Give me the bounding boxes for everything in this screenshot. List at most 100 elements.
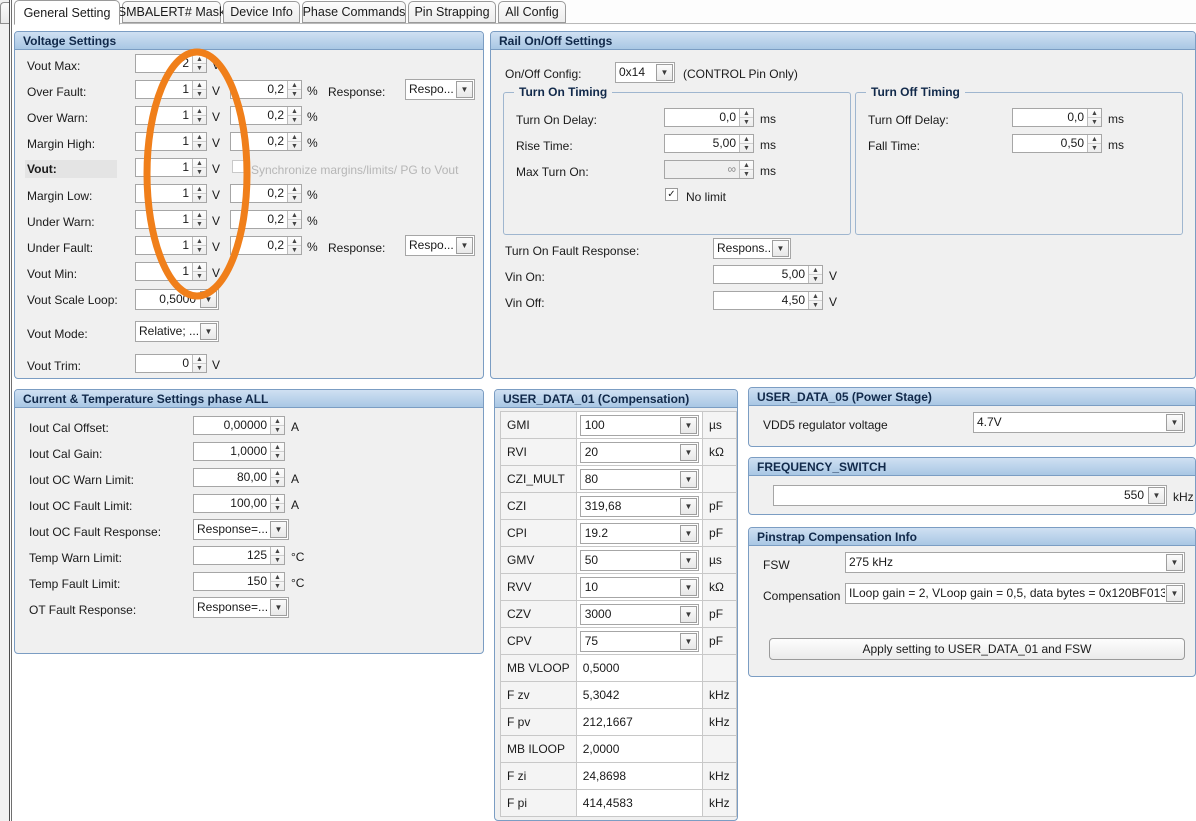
spinner-arrows[interactable]: ▲ ▼ (270, 547, 284, 564)
select-czi[interactable]: 319,68 ▼ (579, 495, 700, 517)
row-value-select[interactable]: 19.2 ▼ (575, 519, 704, 547)
spinner-down-icon[interactable]: ▼ (288, 116, 301, 124)
input-under-warn-pct[interactable]: 0,2 ▲ ▼ (230, 210, 302, 229)
checkbox-no-limit[interactable]: ✓ (665, 188, 678, 201)
input-under-fault-v[interactable]: 1 ▲ ▼ (135, 236, 207, 255)
spinner-down-icon[interactable]: ▼ (193, 116, 206, 124)
select-rvi[interactable]: 20 ▼ (579, 441, 700, 463)
spinner-down-icon[interactable]: ▼ (288, 246, 301, 254)
input-turn-on-delay[interactable]: 0,0 ▲ ▼ (664, 108, 754, 127)
chevron-down-icon[interactable]: ▼ (1166, 414, 1183, 431)
spinner-up-icon[interactable]: ▲ (288, 237, 301, 246)
row-value-select[interactable]: 75 ▼ (575, 627, 704, 655)
spinner-arrows[interactable]: ▲ ▼ (287, 81, 301, 98)
row-value-select[interactable]: 319,68 ▼ (575, 492, 704, 520)
spinner-down-icon[interactable]: ▼ (271, 426, 284, 434)
chevron-down-icon[interactable]: ▼ (656, 64, 673, 81)
chevron-down-icon[interactable]: ▼ (772, 240, 789, 257)
spinner-down-icon[interactable]: ▼ (809, 301, 822, 309)
spinner-arrows[interactable]: ▲ ▼ (270, 417, 284, 434)
chevron-down-icon[interactable]: ▼ (270, 521, 287, 538)
select-czi-mult[interactable]: 80 ▼ (579, 468, 700, 490)
input-over-fault-pct[interactable]: 0,2 ▲ ▼ (230, 80, 302, 99)
input-margin-high-v[interactable]: 1 ▲ ▼ (135, 132, 207, 151)
spinner-arrows[interactable]: ▲ ▼ (192, 263, 206, 280)
chevron-down-icon[interactable]: ▼ (456, 81, 473, 98)
row-value-select[interactable]: 100 ▼ (575, 411, 704, 439)
input-under-fault-pct[interactable]: 0,2 ▲ ▼ (230, 236, 302, 255)
spinner-down-icon[interactable]: ▼ (271, 452, 284, 460)
spinner-up-icon[interactable]: ▲ (271, 443, 284, 452)
chevron-down-icon[interactable]: ▼ (200, 291, 217, 308)
spinner-up-icon[interactable]: ▲ (1088, 135, 1101, 144)
chevron-down-icon[interactable]: ▼ (1166, 585, 1183, 602)
spinner-up-icon[interactable]: ▲ (193, 355, 206, 364)
select-turn-on-fault-response[interactable]: Respons... ▼ (713, 238, 791, 259)
input-iout-oc-fault-limit[interactable]: 100,00 ▲ ▼ (193, 494, 285, 513)
chevron-down-icon[interactable]: ▼ (680, 470, 698, 488)
chevron-down-icon[interactable]: ▼ (270, 599, 287, 616)
spinner-up-icon[interactable]: ▲ (271, 495, 284, 504)
spinner-up-icon[interactable]: ▲ (809, 292, 822, 301)
select-cpv[interactable]: 75 ▼ (579, 630, 700, 652)
input-iout-oc-warn-limit[interactable]: 80,00 ▲ ▼ (193, 468, 285, 487)
spinner-down-icon[interactable]: ▼ (193, 272, 206, 280)
tab-phase-commands[interactable]: Phase Commands (302, 1, 406, 23)
spinner-arrows[interactable]: ▲ ▼ (192, 355, 206, 372)
tab-partial-hidden[interactable] (0, 2, 9, 24)
spinner-arrows[interactable]: ▲ ▼ (270, 469, 284, 486)
spinner-arrows[interactable]: ▲ ▼ (192, 159, 206, 176)
select-onoff-config[interactable]: 0x14 ▼ (615, 62, 675, 83)
select-vdd5-regulator-voltage[interactable]: 4.7V ▼ (973, 412, 1185, 433)
spinner-down-icon[interactable]: ▼ (193, 194, 206, 202)
spinner-arrows[interactable]: ▲ ▼ (287, 107, 301, 124)
chevron-down-icon[interactable]: ▼ (200, 323, 217, 340)
select-compensation[interactable]: ILoop gain = 2, VLoop gain = 0,5, data b… (845, 583, 1185, 604)
chevron-down-icon[interactable]: ▼ (680, 632, 698, 650)
checkbox-sync-margins[interactable] (232, 160, 245, 173)
spinner-up-icon[interactable]: ▲ (193, 211, 206, 220)
tab-smbalert-mask[interactable]: SMBALERT# Mask (118, 1, 225, 23)
input-iout-cal-offset[interactable]: 0,00000 ▲ ▼ (193, 416, 285, 435)
input-vout-max[interactable]: 2 ▲ ▼ (135, 54, 207, 73)
input-vout-min[interactable]: 1 ▲ ▼ (135, 262, 207, 281)
input-temp-warn-limit[interactable]: 125 ▲ ▼ (193, 546, 285, 565)
row-value-select[interactable]: 10 ▼ (575, 573, 704, 601)
input-max-turn-on[interactable]: ∞ ▲ ▼ (664, 160, 754, 179)
spinner-up-icon[interactable]: ▲ (271, 547, 284, 556)
spinner-arrows[interactable]: ▲ ▼ (287, 133, 301, 150)
input-turn-off-delay[interactable]: 0,0 ▲ ▼ (1012, 108, 1102, 127)
spinner-arrows[interactable]: ▲ ▼ (287, 237, 301, 254)
chevron-down-icon[interactable]: ▼ (680, 578, 698, 596)
spinner-down-icon[interactable]: ▼ (740, 144, 753, 152)
input-over-fault-v[interactable]: 1 ▲ ▼ (135, 80, 207, 99)
input-margin-low-pct[interactable]: 0,2 ▲ ▼ (230, 184, 302, 203)
spinner-arrows[interactable]: ▲ ▼ (192, 107, 206, 124)
spinner-up-icon[interactable]: ▲ (740, 135, 753, 144)
input-vin-off[interactable]: 4,50 ▲ ▼ (713, 291, 823, 310)
apply-setting-button[interactable]: Apply setting to USER_DATA_01 and FSW (769, 638, 1185, 660)
select-cpi[interactable]: 19.2 ▼ (579, 522, 700, 544)
select-rvv[interactable]: 10 ▼ (579, 576, 700, 598)
tab-all-config[interactable]: All Config (498, 1, 566, 23)
spinner-arrows[interactable]: ▲ ▼ (808, 266, 822, 283)
spinner-arrows[interactable]: ▲ ▼ (1087, 109, 1101, 126)
spinner-down-icon[interactable]: ▼ (288, 194, 301, 202)
spinner-up-icon[interactable]: ▲ (271, 573, 284, 582)
spinner-down-icon[interactable]: ▼ (271, 556, 284, 564)
chevron-down-icon[interactable]: ▼ (1148, 487, 1165, 504)
spinner-down-icon[interactable]: ▼ (271, 504, 284, 512)
spinner-down-icon[interactable]: ▼ (193, 142, 206, 150)
chevron-down-icon[interactable]: ▼ (680, 551, 698, 569)
spinner-down-icon[interactable]: ▼ (193, 246, 206, 254)
select-iout-oc-fault-response[interactable]: Response=... ▼ (193, 519, 289, 540)
spinner-down-icon[interactable]: ▼ (288, 142, 301, 150)
row-value-select[interactable]: 3000 ▼ (575, 600, 704, 628)
spinner-up-icon[interactable]: ▲ (193, 81, 206, 90)
spinner-up-icon[interactable]: ▲ (809, 266, 822, 275)
input-over-warn-pct[interactable]: 0,2 ▲ ▼ (230, 106, 302, 125)
spinner-up-icon[interactable]: ▲ (193, 133, 206, 142)
chevron-down-icon[interactable]: ▼ (1166, 554, 1183, 571)
spinner-arrows[interactable]: ▲ ▼ (192, 55, 206, 72)
spinner-arrows[interactable]: ▲ ▼ (270, 443, 284, 460)
